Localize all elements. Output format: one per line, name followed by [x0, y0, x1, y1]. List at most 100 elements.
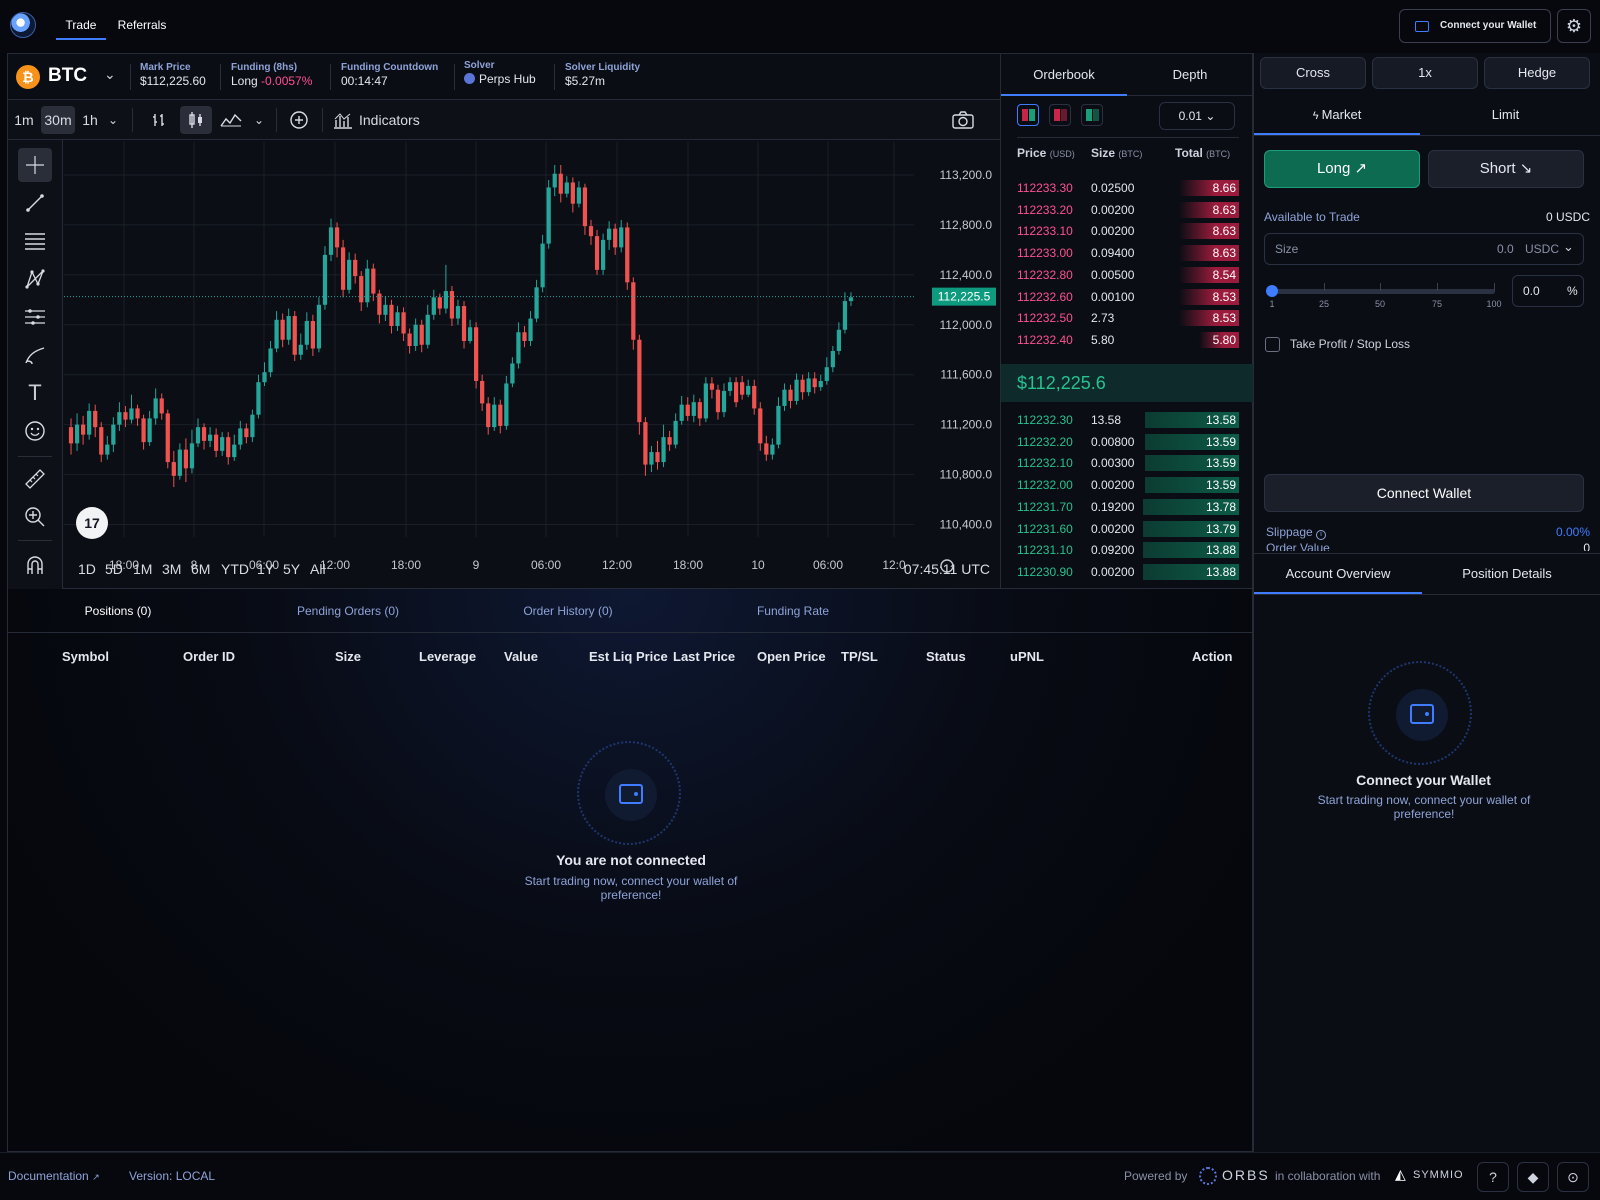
view-bids-icon[interactable] — [1081, 104, 1103, 126]
interval-1m[interactable]: 1m — [11, 106, 37, 134]
interval-30m[interactable]: 30m — [41, 106, 75, 134]
ask-row[interactable]: 112233.20 0.00200 8.63 — [1017, 201, 1239, 219]
column-header[interactable]: Status — [926, 649, 966, 664]
range-5y[interactable]: 5Y — [283, 561, 300, 577]
bid-row[interactable]: 112231.60 0.00200 13.79 — [1017, 520, 1239, 538]
chevron-down-icon[interactable]: ⌄ — [1563, 239, 1574, 255]
documentation-link[interactable]: Documentation ↗ — [8, 1169, 100, 1183]
ask-row[interactable]: 112233.10 0.00200 8.63 — [1017, 222, 1239, 240]
ask-row[interactable]: 112233.30 0.02500 8.66 — [1017, 179, 1239, 197]
toggle-button[interactable]: ⊙ — [1557, 1162, 1589, 1192]
tab-depth[interactable]: Depth — [1127, 54, 1253, 96]
tab-pending-orders[interactable]: Pending Orders (0) — [228, 589, 468, 633]
utc-clock[interactable]: 07:45:11 UTC — [904, 561, 990, 577]
ask-row[interactable]: 112232.50 2.73 8.53 — [1017, 309, 1239, 327]
slider-handle[interactable] — [1266, 285, 1278, 297]
tab-limit[interactable]: Limit — [1420, 95, 1591, 135]
tab-account-overview[interactable]: Account Overview — [1254, 554, 1422, 594]
fib-retracement-icon[interactable] — [18, 224, 52, 258]
column-header[interactable]: Order ID — [183, 649, 235, 664]
ask-row[interactable]: 112232.80 0.00500 8.54 — [1017, 266, 1239, 284]
crosshair-icon[interactable] — [18, 148, 52, 182]
leverage-button[interactable]: 1x — [1372, 57, 1478, 89]
market-symbol[interactable]: BTC — [48, 65, 87, 87]
column-header[interactable]: Est Liq Price — [589, 649, 668, 664]
range-5d[interactable]: 5D — [105, 561, 123, 577]
interval-1h[interactable]: 1h — [78, 106, 102, 134]
range-3m[interactable]: 3M — [162, 561, 181, 577]
tab-order-history[interactable]: Order History (0) — [468, 589, 668, 633]
column-header[interactable]: Action — [1192, 649, 1232, 664]
tab-orderbook[interactable]: Orderbook — [1001, 54, 1127, 96]
camera-icon[interactable] — [948, 106, 978, 134]
tab-funding-rate[interactable]: Funding Rate — [668, 589, 918, 633]
trendline-icon[interactable] — [18, 186, 52, 220]
column-header[interactable]: Open Price — [757, 649, 826, 664]
bid-row[interactable]: 112232.30 13.58 13.58 — [1017, 411, 1239, 429]
bid-row[interactable]: 112231.70 0.19200 13.78 — [1017, 498, 1239, 516]
text-tool-icon[interactable]: T — [18, 376, 52, 410]
tab-position-details[interactable]: Position Details — [1422, 554, 1592, 594]
nav-tab-trade[interactable]: Trade — [56, 14, 106, 40]
zoom-in-icon[interactable] — [18, 500, 52, 534]
orbs-logo-text[interactable]: ORBS — [1222, 1167, 1270, 1183]
magnet-icon[interactable] — [18, 548, 52, 582]
chevron-down-icon[interactable]: ⌄ — [104, 106, 122, 134]
size-unit-select[interactable]: USDC — [1525, 242, 1559, 256]
tpsl-checkbox[interactable] — [1265, 337, 1280, 352]
help-button[interactable]: ? — [1477, 1162, 1509, 1192]
column-header[interactable]: Last Price — [673, 649, 735, 664]
price-chart[interactable]: 113,200.0 112,800.0 112,400.0 112,000.0 111,… — [64, 142, 1000, 590]
learn-button[interactable]: ◆ — [1517, 1162, 1549, 1192]
margin-mode-button[interactable]: Cross — [1260, 57, 1366, 89]
forecast-icon[interactable] — [18, 300, 52, 334]
long-button[interactable]: Long ↗ — [1264, 150, 1420, 188]
ask-row[interactable]: 112233.00 0.09400 8.63 — [1017, 244, 1239, 262]
bid-row[interactable]: 112232.00 0.00200 13.59 — [1017, 476, 1239, 494]
bid-row[interactable]: 112232.20 0.00800 13.59 — [1017, 433, 1239, 451]
column-header[interactable]: TP/SL — [841, 649, 878, 664]
price-step-select[interactable]: 0.01 ⌄ — [1159, 102, 1235, 130]
size-slider[interactable] — [1269, 289, 1495, 294]
range-all[interactable]: All — [310, 561, 326, 577]
size-input[interactable]: Size 0.0 USDC ⌄ — [1264, 233, 1584, 265]
emoji-icon[interactable] — [18, 414, 52, 448]
ask-row[interactable]: 112232.40 5.80 5.80 — [1017, 331, 1239, 349]
short-button[interactable]: Short ↘ — [1428, 150, 1584, 188]
chevron-down-icon[interactable]: ⌄ — [104, 66, 116, 83]
column-header[interactable]: Value — [504, 649, 538, 664]
bid-row[interactable]: 112230.90 0.00200 13.88 — [1017, 563, 1239, 581]
indicators-button[interactable]: Indicators — [333, 106, 433, 134]
column-header[interactable]: Size — [335, 649, 361, 664]
add-comparison-icon[interactable] — [286, 106, 312, 134]
ask-row[interactable]: 112232.60 0.00100 8.53 — [1017, 288, 1239, 306]
brush-icon[interactable] — [18, 338, 52, 372]
position-mode-button[interactable]: Hedge — [1484, 57, 1590, 89]
symmio-logo-text[interactable]: SYMMIO — [1413, 1169, 1464, 1181]
connect-wallet-header-button[interactable]: Connect your Wallet — [1399, 9, 1551, 43]
app-logo[interactable] — [10, 12, 36, 38]
view-both-icon[interactable] — [1017, 104, 1039, 126]
ruler-icon[interactable] — [18, 462, 52, 496]
column-header[interactable]: uPNL — [1010, 649, 1044, 664]
bid-row[interactable]: 112232.10 0.00300 13.59 — [1017, 454, 1239, 472]
range-1m[interactable]: 1M — [133, 561, 152, 577]
tab-positions[interactable]: Positions (0) — [8, 589, 228, 633]
slippage-value[interactable]: 0.00% — [1556, 525, 1590, 539]
candles-style-icon[interactable] — [180, 106, 212, 134]
percent-input[interactable]: 0.0 % — [1512, 275, 1584, 307]
view-asks-icon[interactable] — [1049, 104, 1071, 126]
settings-button[interactable]: ⚙ — [1557, 9, 1591, 43]
bid-row[interactable]: 112231.10 0.09200 13.88 — [1017, 541, 1239, 559]
bars-style-icon[interactable] — [144, 106, 174, 134]
pattern-icon[interactable] — [18, 262, 52, 296]
connect-wallet-button[interactable]: Connect Wallet — [1264, 474, 1584, 512]
tab-market[interactable]: ϟ Market — [1254, 95, 1420, 135]
column-header[interactable]: Leverage — [419, 649, 476, 664]
chevron-down-icon[interactable]: ⌄ — [250, 106, 268, 134]
nav-tab-referrals[interactable]: Referrals — [114, 14, 170, 40]
range-ytd[interactable]: YTD — [221, 561, 249, 577]
range-6m[interactable]: 6M — [191, 561, 210, 577]
area-style-icon[interactable] — [216, 106, 246, 134]
range-1d[interactable]: 1D — [78, 561, 96, 577]
